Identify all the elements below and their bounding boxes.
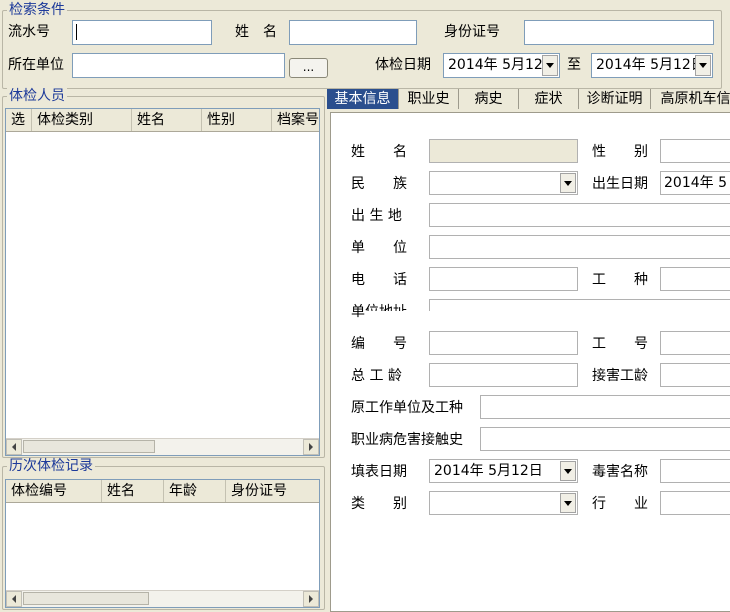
ethnic-select[interactable]	[429, 171, 578, 195]
chevron-down-icon[interactable]	[560, 461, 576, 481]
tab-basic-info[interactable]: 基本信息	[327, 89, 399, 109]
scroll-right-icon[interactable]	[303, 591, 319, 607]
toxin-field[interactable]	[660, 459, 730, 483]
prev-unit-field[interactable]	[480, 395, 730, 419]
industry-field[interactable]	[660, 491, 730, 515]
fill-date-label: 填表日期	[351, 464, 407, 480]
history-group-title: 历次体检记录	[7, 458, 95, 474]
chevron-down-icon[interactable]	[695, 55, 711, 76]
chevron-down-icon[interactable]	[560, 493, 576, 513]
tab-diagnosis[interactable]: 诊断证明	[579, 89, 651, 109]
name-search-label: 姓 名	[235, 24, 277, 40]
seniority-label: 总 工 龄	[351, 368, 402, 384]
sex-field[interactable]	[660, 139, 730, 163]
scroll-left-icon[interactable]	[6, 439, 22, 455]
ethnic-label: 民 族	[351, 176, 407, 192]
category-select[interactable]	[429, 491, 578, 515]
date-from-picker[interactable]: 2014年 5月12	[443, 53, 560, 78]
id-search-input[interactable]	[524, 20, 714, 45]
name-label: 姓 名	[351, 144, 407, 160]
unit-label: 单 位	[351, 240, 407, 256]
unit-search-input[interactable]	[72, 53, 285, 78]
birth-label: 出生日期	[592, 176, 648, 192]
date-from-value: 2014年 5月12	[448, 57, 543, 73]
redraw-artifact	[365, 311, 730, 327]
date-label: 体检日期	[375, 57, 431, 73]
col-sex[interactable]: 性别	[202, 109, 272, 131]
text-caret	[76, 24, 77, 40]
to-label: 至	[567, 57, 581, 73]
scroll-thumb[interactable]	[23, 440, 155, 453]
tab-medical-history[interactable]: 病史	[459, 89, 519, 109]
birthplace-label: 出 生 地	[351, 208, 402, 224]
name-search-input[interactable]	[289, 20, 417, 45]
people-list[interactable]: 选 体检类别 姓名 性别 档案号	[5, 108, 320, 456]
hazard-label: 职业病危害接触史	[351, 432, 463, 448]
fill-date-value: 2014年 5月12日	[434, 463, 543, 479]
col-file-no[interactable]: 档案号	[272, 109, 319, 131]
date-to-picker[interactable]: 2014年 5月12日	[591, 53, 713, 78]
sex-label: 性 别	[592, 144, 648, 160]
phone-label: 电 话	[351, 272, 407, 288]
col-exam-no[interactable]: 体检编号	[6, 480, 102, 502]
job-label: 工 种	[592, 272, 648, 288]
history-hscrollbar[interactable]	[6, 590, 319, 607]
job-field[interactable]	[660, 267, 730, 291]
birth-date-field[interactable]: 2014年 5	[660, 171, 730, 195]
seniority-field[interactable]	[429, 363, 578, 387]
history-list[interactable]: 体检编号 姓名 年龄 身份证号	[5, 479, 320, 608]
unit-field[interactable]	[429, 235, 730, 259]
workno-field[interactable]	[660, 331, 730, 355]
fill-date-picker[interactable]: 2014年 5月12日	[429, 459, 578, 483]
tab-plateau-locomotive[interactable]: 高原机车信	[651, 89, 730, 109]
serial-label: 流水号	[8, 24, 50, 40]
hazard-field[interactable]	[480, 427, 730, 451]
prev-unit-label: 原工作单位及工种	[351, 400, 463, 416]
tab-strip: 基本信息 职业史 病史 症状 诊断证明 高原机车信	[327, 89, 730, 109]
scroll-right-icon[interactable]	[303, 439, 319, 455]
col-exam-type[interactable]: 体检类别	[32, 109, 132, 131]
industry-label: 行 业	[592, 496, 648, 512]
exposure-years-label: 接害工龄	[592, 368, 648, 384]
date-to-value: 2014年 5月12日	[596, 57, 705, 73]
phone-field[interactable]	[429, 267, 578, 291]
tab-symptoms[interactable]: 症状	[519, 89, 579, 109]
chevron-down-icon[interactable]	[560, 173, 576, 193]
search-group-title: 检索条件	[7, 2, 67, 18]
people-list-header: 选 体检类别 姓名 性别 档案号	[6, 109, 319, 132]
people-group-title: 体检人员	[7, 88, 67, 104]
tab-work-history[interactable]: 职业史	[399, 89, 459, 109]
serial-input[interactable]	[72, 20, 212, 45]
chevron-down-icon[interactable]	[542, 55, 558, 76]
scroll-left-icon[interactable]	[6, 591, 22, 607]
name-field[interactable]	[429, 139, 578, 163]
birthplace-field[interactable]	[429, 203, 730, 227]
toxin-label: 毒害名称	[592, 464, 648, 480]
scroll-thumb[interactable]	[23, 592, 149, 605]
col-select[interactable]: 选	[6, 109, 32, 131]
col-name[interactable]: 姓名	[132, 109, 202, 131]
code-label: 编 号	[351, 336, 407, 352]
category-label: 类 别	[351, 496, 407, 512]
col-age[interactable]: 年龄	[164, 480, 226, 502]
exposure-years-field[interactable]	[660, 363, 730, 387]
people-hscrollbar[interactable]	[6, 438, 319, 455]
unit-browse-button[interactable]: ...	[289, 58, 328, 78]
history-list-header: 体检编号 姓名 年龄 身份证号	[6, 480, 319, 503]
workno-label: 工 号	[592, 336, 648, 352]
code-field[interactable]	[429, 331, 578, 355]
basic-info-panel: 姓 名 性 别 民 族 出生日期 2014年 5 出 生 地 单 位 电 话 工…	[330, 112, 730, 612]
col-id-no[interactable]: 身份证号	[226, 480, 319, 502]
id-search-label: 身份证号	[444, 24, 500, 40]
unit-search-label: 所在单位	[8, 57, 64, 73]
col-history-name[interactable]: 姓名	[102, 480, 164, 502]
